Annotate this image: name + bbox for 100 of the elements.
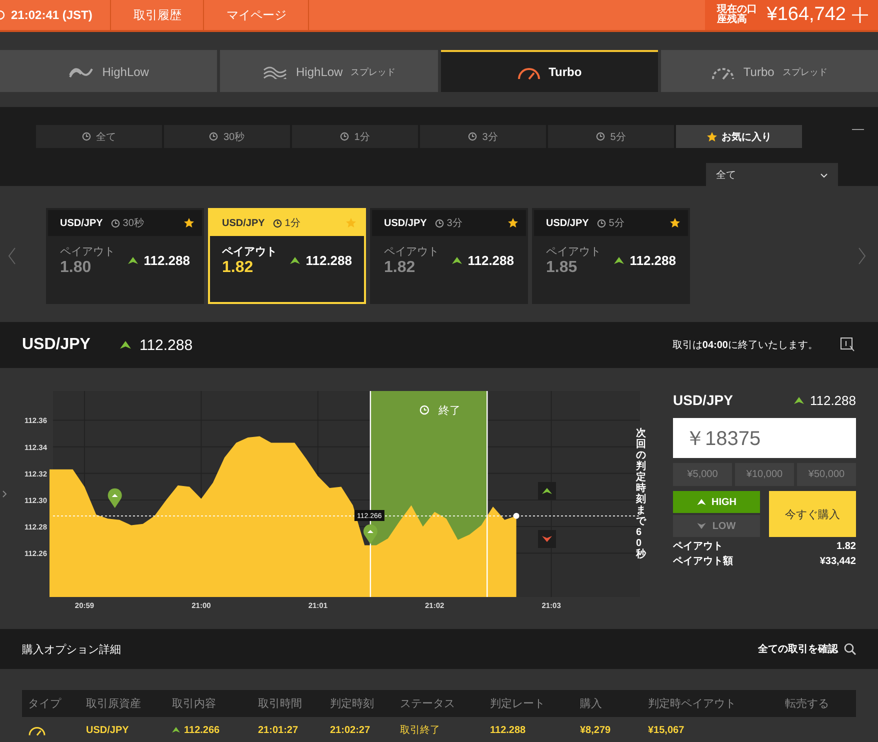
closing-notice: 取引は04:00に終了いたします。 (672, 339, 818, 352)
clock-icon (420, 405, 430, 415)
duration-filter[interactable]: 1分 (292, 125, 418, 148)
view-all-trades-link[interactable]: 全ての取引を確認 (758, 642, 856, 656)
option-card[interactable]: USD/JPY 1分 ペイアウト 1.82 112.288 (208, 208, 366, 304)
column-header: ステータス (400, 697, 456, 711)
card-pair: USD/JPY (60, 218, 103, 228)
clock-icon (340, 132, 350, 141)
duration-filter[interactable]: 3分 (420, 125, 546, 148)
payout-label: ペイアウト (546, 245, 601, 259)
card-rate: 112.288 (630, 253, 676, 268)
up-arrow-icon (696, 499, 706, 505)
down-arrow-icon (697, 523, 706, 529)
panel-rate: 112.288 (810, 392, 856, 408)
card-duration: 30秒 (122, 216, 144, 230)
column-header: 転売する (785, 697, 830, 711)
payout-value: 1.85 (546, 259, 578, 277)
balance-amount: ¥164,742 (766, 4, 846, 26)
card-pair: USD/JPY (222, 218, 265, 228)
panel-pair: USD/JPY (673, 392, 733, 408)
duration-filter[interactable]: お気に入り (676, 125, 802, 148)
payout-label: ペイアウト (60, 245, 115, 259)
option-card[interactable]: USD/JPY 30秒 ペイアウト 1.80 112.288 (46, 208, 204, 304)
option-card[interactable]: USD/JPY 5分 ペイアウト 1.85 112.288 (532, 208, 690, 304)
window-icon[interactable] (840, 337, 856, 353)
star-icon (706, 132, 716, 142)
option-card[interactable]: USD/JPY 3分 ペイアウト 1.82 112.288 (370, 208, 528, 304)
clock-icon (82, 132, 91, 141)
high-button[interactable]: HIGH (673, 491, 760, 513)
star-icon (670, 218, 680, 228)
card-rate: 112.288 (306, 253, 352, 268)
clock-time: 21:02:41 (JST) (11, 8, 92, 22)
product-tab[interactable]: Turbo (440, 50, 658, 92)
quick-amount-button[interactable]: ¥50,000 (797, 463, 856, 486)
nav-link[interactable]: 取引履歴 (111, 0, 204, 30)
plus-icon[interactable] (852, 7, 868, 23)
summary-label: ペイアウト (673, 542, 723, 552)
table-cell-text: 21:02:27 (330, 724, 372, 736)
card-pair: USD/JPY (384, 218, 427, 228)
table-cell-text: ¥8,279 (580, 724, 612, 736)
clock-icon (596, 132, 606, 141)
entry-pin-icon (108, 488, 122, 508)
asset-rate: 112.288 (139, 336, 193, 354)
summary-value: ¥33,442 (820, 557, 856, 567)
search-icon (844, 643, 856, 655)
product-tab[interactable]: HighLow スプレッド (220, 50, 438, 92)
up-arrow-icon (128, 257, 138, 264)
column-header: 判定レート (490, 696, 546, 711)
clock-icon (468, 132, 478, 141)
clock-icon (434, 218, 444, 228)
column-header: 取引内容 (172, 696, 217, 711)
duration-filter[interactable]: 全て (36, 125, 162, 148)
payout-value: 1.82 (384, 259, 416, 277)
nav-link[interactable]: マイページ (204, 0, 310, 30)
product-tab[interactable]: HighLow (0, 50, 218, 92)
gauge-icon (28, 724, 46, 736)
card-pair: USD/JPY (546, 218, 589, 228)
chevron-left-icon[interactable] (8, 247, 16, 265)
entry-pin-icon (363, 524, 378, 544)
summary-value: 1.82 (836, 542, 856, 552)
star-icon (508, 218, 518, 228)
expiry-label: 終了 (438, 405, 460, 417)
column-header: 判定時ペイアウト (648, 696, 737, 711)
product-tab[interactable]: Turbo スプレッド (660, 50, 878, 92)
clock-icon (209, 132, 218, 141)
column-header: タイプ (28, 696, 62, 711)
quick-amount-button[interactable]: ¥10,000 (735, 463, 794, 486)
clock-icon (272, 218, 282, 228)
clock-icon (110, 218, 120, 228)
column-header: 判定時刻 (330, 696, 375, 711)
chevron-right-icon[interactable] (858, 247, 866, 265)
table-cell-text: 取引終了 (400, 724, 441, 737)
card-duration: 5分 (608, 217, 624, 230)
chevron-down-icon (820, 172, 828, 178)
buy-now-button[interactable]: 今すぐ購入 (769, 491, 856, 537)
table-cell-text: 112.288 (490, 724, 527, 736)
up-arrow-icon (614, 257, 624, 264)
amount-field[interactable]: ￥18375 (673, 418, 856, 458)
details-title: 購入オプション詳細 (22, 642, 121, 656)
duration-filter[interactable]: 30秒 (164, 125, 290, 148)
payout-label: ペイアウト (384, 245, 439, 259)
card-duration: 3分 (446, 217, 462, 230)
balance-label: 現在の口座残高 (716, 5, 758, 25)
duration-filter[interactable]: 5分 (548, 125, 674, 148)
payout-value: 1.82 (222, 259, 254, 277)
up-arrow-icon (120, 341, 132, 349)
summary-label: ペイアウト額 (673, 557, 733, 567)
up-arrow-icon (794, 396, 804, 404)
current-rate-dot (513, 512, 520, 519)
quick-amount-button[interactable]: ¥5,000 (673, 463, 732, 486)
asset-dropdown[interactable]: 全て (706, 163, 838, 187)
up-arrow-icon (172, 727, 180, 733)
clock-icon (0, 10, 6, 20)
table-cell-text: 21:01:27 (258, 724, 300, 736)
up-arrow-icon (290, 257, 300, 264)
asset-pair: USD/JPY (22, 336, 90, 354)
card-duration: 1分 (284, 217, 300, 230)
payout-value: 1.80 (60, 259, 92, 277)
low-button[interactable]: LOW (673, 515, 760, 537)
star-icon (346, 218, 356, 228)
